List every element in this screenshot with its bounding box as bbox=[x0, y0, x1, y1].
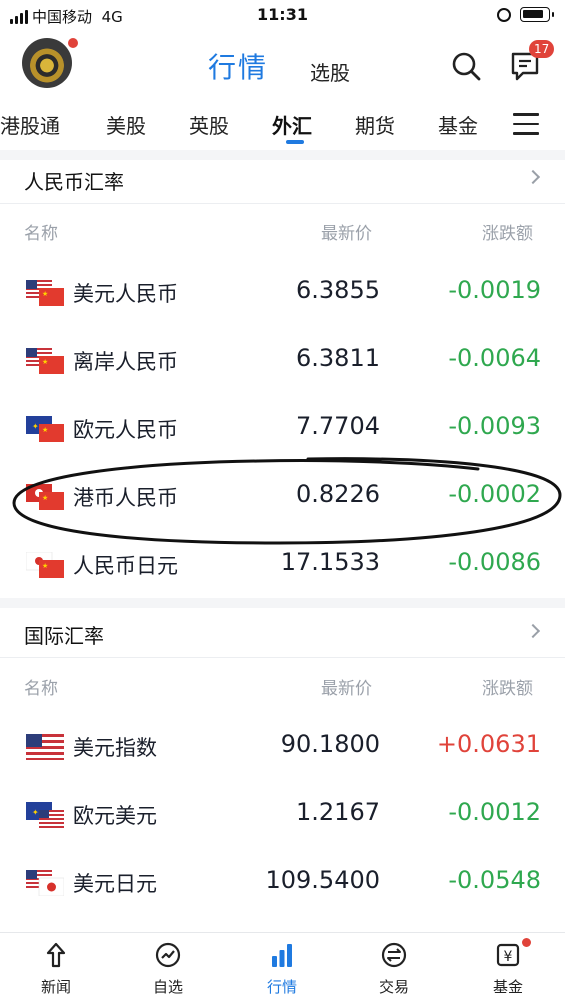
list-item[interactable]: ✦ 欧元美元 1.2167 -0.0012 bbox=[0, 780, 565, 848]
section-title-rmb[interactable]: 人民币汇率 bbox=[24, 166, 124, 195]
cn-jp-flag-icon: ★ bbox=[26, 552, 64, 578]
hand-drawn-circle-annotation bbox=[12, 457, 562, 545]
nav-news[interactable]: 新闻 bbox=[16, 933, 96, 1006]
battery-icon bbox=[520, 7, 554, 22]
avatar[interactable] bbox=[22, 38, 72, 88]
status-bar: 中国移动 4G 11:31 bbox=[0, 0, 565, 32]
message-badge: 17 bbox=[529, 40, 555, 58]
nav-market[interactable]: 行情 bbox=[242, 933, 322, 1006]
active-tab-indicator bbox=[286, 140, 304, 144]
pair-price: 6.3855 bbox=[296, 276, 380, 304]
pair-change: -0.0093 bbox=[448, 412, 541, 440]
column-header-price[interactable]: 最新价 bbox=[321, 674, 372, 699]
pair-change: -0.0019 bbox=[448, 276, 541, 304]
list-item[interactable]: ★ 离岸人民币 6.3811 -0.0064 bbox=[0, 326, 565, 394]
market-tabs: 港股通 美股 英股 外汇 期货 基金 bbox=[0, 106, 565, 146]
chevron-right-icon[interactable] bbox=[525, 623, 541, 639]
divider bbox=[0, 150, 565, 160]
list-item[interactable]: ✦ ★ 欧元人民币 7.7704 -0.0093 bbox=[0, 394, 565, 462]
fund-icon: ¥ bbox=[496, 943, 520, 967]
svg-text:★: ★ bbox=[42, 358, 48, 366]
pair-name: 欧元美元 bbox=[73, 804, 157, 828]
watchlist-icon bbox=[155, 942, 181, 968]
pair-change: -0.0064 bbox=[448, 344, 541, 372]
tab-uk-stocks[interactable]: 英股 bbox=[189, 110, 229, 139]
list-item[interactable]: ★ 美元人民币 6.3855 -0.0019 bbox=[0, 258, 565, 326]
svg-text:✦: ✦ bbox=[32, 808, 39, 817]
notification-dot bbox=[68, 38, 78, 48]
nav-trade[interactable]: 交易 bbox=[354, 933, 434, 1006]
nav-fund[interactable]: ¥ 基金 bbox=[468, 933, 548, 1006]
us-cn-flag-icon: ★ bbox=[26, 348, 64, 374]
pair-price: 17.1533 bbox=[280, 548, 380, 576]
pair-change: -0.0086 bbox=[448, 548, 541, 576]
pair-name: 美元人民币 bbox=[73, 282, 178, 306]
chevron-right-icon[interactable] bbox=[525, 169, 541, 185]
divider bbox=[0, 598, 565, 608]
trade-icon bbox=[381, 942, 407, 968]
page-title[interactable]: 行情 bbox=[208, 46, 268, 86]
svg-text:★: ★ bbox=[42, 290, 48, 298]
column-header-name: 名称 bbox=[24, 224, 58, 244]
pair-name: 美元指数 bbox=[73, 736, 157, 760]
pair-name: 欧元人民币 bbox=[73, 418, 178, 442]
us-cn-flag-icon: ★ bbox=[26, 280, 64, 306]
pair-name: 美元日元 bbox=[73, 872, 157, 896]
tab-futures[interactable]: 期货 bbox=[355, 110, 395, 139]
section-title-intl[interactable]: 国际汇率 bbox=[24, 620, 104, 649]
us-flag-icon bbox=[26, 734, 64, 760]
nav-label: 行情 bbox=[266, 978, 297, 996]
tab-hk-connect[interactable]: 港股通 bbox=[0, 110, 60, 139]
nav-label: 基金 bbox=[492, 978, 523, 996]
pair-price: 7.7704 bbox=[296, 412, 380, 440]
pair-price: 1.2167 bbox=[296, 798, 380, 826]
news-icon bbox=[46, 942, 66, 968]
column-header-price[interactable]: 最新价 bbox=[321, 219, 372, 244]
pair-price: 6.3811 bbox=[296, 344, 380, 372]
bottom-nav: 新闻 自选 行情 交易 ¥ 基金 bbox=[0, 932, 565, 1006]
pair-name: 离岸人民币 bbox=[73, 350, 178, 374]
svg-text:✦: ✦ bbox=[32, 422, 39, 431]
divider bbox=[0, 657, 565, 658]
pair-price: 90.1800 bbox=[280, 730, 380, 758]
tab-forex[interactable]: 外汇 bbox=[272, 110, 312, 139]
nav-label: 新闻 bbox=[40, 978, 71, 996]
eu-cn-flag-icon: ✦ ★ bbox=[26, 416, 64, 442]
market-icon bbox=[272, 944, 292, 967]
column-header-name: 名称 bbox=[24, 679, 58, 699]
menu-icon[interactable] bbox=[513, 113, 539, 135]
search-icon[interactable] bbox=[451, 51, 481, 81]
column-header-change[interactable]: 涨跌额 bbox=[482, 219, 533, 244]
list-item[interactable]: 美元日元 109.5400 -0.0548 bbox=[0, 848, 565, 916]
us-jp-flag-icon bbox=[26, 870, 64, 896]
rotation-lock-icon bbox=[497, 8, 511, 22]
stock-picker-tab[interactable]: 选股 bbox=[310, 57, 350, 86]
pair-change: +0.0631 bbox=[436, 730, 541, 758]
column-header-change[interactable]: 涨跌额 bbox=[482, 674, 533, 699]
tab-funds[interactable]: 基金 bbox=[438, 110, 478, 139]
clock: 11:31 bbox=[257, 5, 308, 24]
list-item[interactable]: 美元指数 90.1800 +0.0631 bbox=[0, 712, 565, 780]
svg-text:¥: ¥ bbox=[504, 949, 513, 965]
svg-text:★: ★ bbox=[42, 562, 48, 570]
nav-watchlist[interactable]: 自选 bbox=[128, 933, 208, 1006]
tab-us-stocks[interactable]: 美股 bbox=[106, 110, 146, 139]
pair-change: -0.0012 bbox=[448, 798, 541, 826]
svg-text:★: ★ bbox=[42, 426, 48, 434]
nav-label: 交易 bbox=[378, 978, 409, 996]
pair-change: -0.0548 bbox=[448, 866, 541, 894]
pair-price: 109.5400 bbox=[265, 866, 380, 894]
pair-name: 人民币日元 bbox=[73, 554, 178, 578]
divider bbox=[0, 203, 565, 204]
nav-label: 自选 bbox=[152, 978, 183, 996]
eu-us-flag-icon: ✦ bbox=[26, 802, 64, 828]
notification-dot bbox=[522, 938, 531, 947]
